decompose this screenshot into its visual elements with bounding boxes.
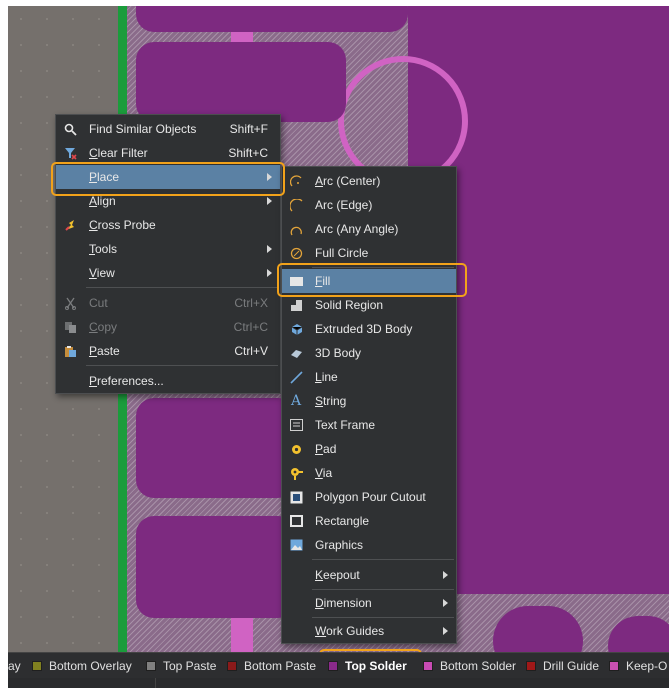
arc-center-icon xyxy=(289,174,303,188)
pad xyxy=(136,42,346,122)
callout-highlight-place xyxy=(51,162,285,196)
menu-item-tools[interactable]: Tools xyxy=(56,237,280,261)
cross-probe-icon xyxy=(63,218,77,232)
menu-separator xyxy=(86,365,278,366)
chevron-right-icon xyxy=(267,245,272,253)
submenu-item-arc-edge[interactable]: Arc (Edge) xyxy=(282,193,456,217)
chevron-right-icon xyxy=(443,627,448,635)
layer-tab-bottom-overlay[interactable]: Bottom Overlay xyxy=(32,657,132,675)
layer-tab-drill-guide[interactable]: Drill Guide xyxy=(526,657,599,675)
text-frame-icon xyxy=(289,418,303,432)
submenu-item-graphics[interactable]: Graphics xyxy=(282,533,456,557)
pad xyxy=(136,6,408,32)
top-solder-region-fill xyxy=(448,156,669,594)
pad xyxy=(493,606,583,652)
arc-edge-icon xyxy=(289,198,303,212)
pad xyxy=(136,516,296,618)
layer-color-swatch xyxy=(328,661,338,671)
paste-icon xyxy=(63,344,77,358)
bottom-solder-strip-lower xyxy=(231,618,253,652)
menu-item-cross-probe[interactable]: Cross Probe xyxy=(56,213,280,237)
chevron-right-icon xyxy=(267,269,272,277)
polygon-pour-cutout-icon xyxy=(289,490,303,504)
find-similar-icon xyxy=(63,122,77,136)
layer-color-swatch xyxy=(32,661,42,671)
chevron-right-icon xyxy=(267,197,272,205)
layer-tab-keep-out[interactable]: Keep-O xyxy=(609,657,667,675)
chevron-right-icon xyxy=(443,571,448,579)
submenu-item-extruded-3d-body[interactable]: Extruded 3D Body xyxy=(282,317,456,341)
string-icon: A xyxy=(290,393,302,409)
status-bar xyxy=(8,678,669,688)
via-icon xyxy=(289,466,303,480)
graphics-icon xyxy=(289,538,303,552)
full-circle-icon xyxy=(289,246,303,260)
menu-item-cut: Cut Ctrl+X xyxy=(56,291,280,315)
submenu-item-keepout[interactable]: Keepout xyxy=(282,563,456,587)
copy-icon xyxy=(63,320,77,334)
layer-color-swatch xyxy=(423,661,433,671)
clear-filter-icon xyxy=(63,146,77,160)
submenu-item-arc-any-angle[interactable]: Arc (Any Angle) xyxy=(282,217,456,241)
submenu-item-via[interactable]: Via xyxy=(282,461,456,485)
layer-color-swatch xyxy=(227,661,237,671)
3d-body-icon xyxy=(289,346,303,360)
layer-color-swatch xyxy=(146,661,156,671)
menu-separator xyxy=(312,617,454,618)
menu-separator xyxy=(312,559,454,560)
solid-region-icon xyxy=(289,298,303,312)
layer-color-swatch xyxy=(609,661,619,671)
menu-item-paste[interactable]: Paste Ctrl+V xyxy=(56,339,280,363)
layer-tab-top-paste[interactable]: Top Paste xyxy=(146,657,216,675)
submenu-item-arc-center[interactable]: Arc (Center) xyxy=(282,169,456,193)
chevron-right-icon xyxy=(443,599,448,607)
arc-any-angle-icon xyxy=(289,222,303,236)
place-submenu: Arc (Center) Arc (Edge) Arc (Any Angle) … xyxy=(281,166,457,644)
layer-color-swatch xyxy=(526,661,536,671)
menu-item-preferences[interactable]: Preferences... xyxy=(56,369,280,393)
submenu-item-text-frame[interactable]: Text Frame xyxy=(282,413,456,437)
menu-separator xyxy=(86,287,278,288)
cut-icon xyxy=(63,296,77,310)
submenu-item-work-guides[interactable]: Work Guides xyxy=(282,619,456,643)
layer-tab-top-solder[interactable]: Top Solder xyxy=(328,657,407,675)
layer-tab-overlay[interactable]: ay xyxy=(8,657,21,675)
submenu-item-full-circle[interactable]: Full Circle xyxy=(282,241,456,265)
submenu-item-string[interactable]: A String xyxy=(282,389,456,413)
menu-item-view[interactable]: View xyxy=(56,261,280,285)
submenu-item-rectangle[interactable]: Rectangle xyxy=(282,509,456,533)
submenu-item-dimension[interactable]: Dimension xyxy=(282,591,456,615)
submenu-item-polygon-pour-cutout[interactable]: Polygon Pour Cutout xyxy=(282,485,456,509)
menu-item-copy: Copy Ctrl+C xyxy=(56,315,280,339)
pad xyxy=(136,398,296,498)
status-divider xyxy=(155,678,156,688)
line-icon xyxy=(289,370,303,384)
submenu-item-3d-body[interactable]: 3D Body xyxy=(282,341,456,365)
rectangle-icon xyxy=(289,514,303,528)
pad-icon xyxy=(289,442,303,456)
extruded-3d-body-icon xyxy=(289,322,303,336)
layer-tab-bottom-solder[interactable]: Bottom Solder xyxy=(423,657,516,675)
menu-item-find-similar-objects[interactable]: Find Similar Objects Shift+F xyxy=(56,117,280,141)
layer-tab-bar: ay Bottom Overlay Top Paste Bottom Paste… xyxy=(8,652,669,678)
context-menu: Find Similar Objects Shift+F Clear Filte… xyxy=(55,114,281,394)
layer-tab-bottom-paste[interactable]: Bottom Paste xyxy=(227,657,316,675)
submenu-item-line[interactable]: Line xyxy=(282,365,456,389)
menu-separator xyxy=(312,589,454,590)
callout-highlight-fill xyxy=(277,263,467,297)
pcb-editor-window: Find Similar Objects Shift+F Clear Filte… xyxy=(8,6,669,688)
submenu-item-pad[interactable]: Pad xyxy=(282,437,456,461)
